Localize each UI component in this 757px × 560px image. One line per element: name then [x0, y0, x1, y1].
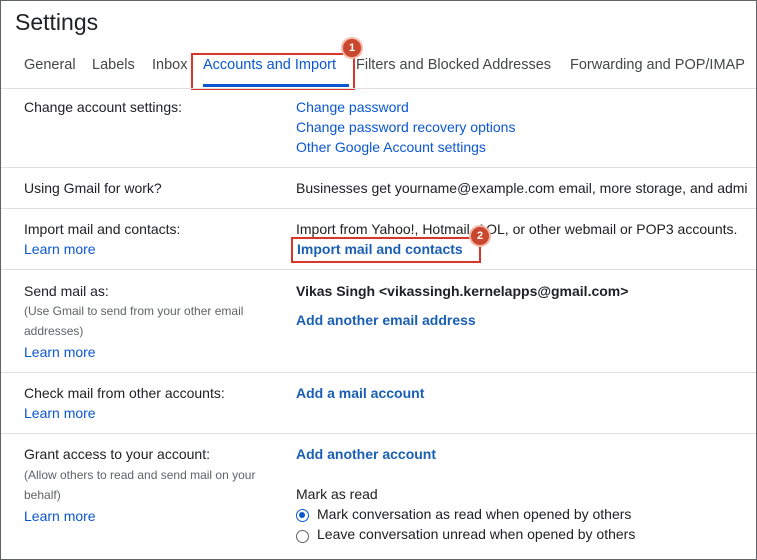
row-divider — [1, 269, 756, 270]
mark-read-radio[interactable] — [296, 509, 309, 522]
row-divider — [1, 208, 756, 209]
leave-unread-radio[interactable] — [296, 530, 309, 543]
row-divider — [1, 433, 756, 434]
grant-access-description: (Allow others to read and send mail on y… — [24, 468, 256, 502]
change-password-link[interactable]: Change password — [296, 99, 409, 115]
send-mail-as-description: (Use Gmail to send from your other email… — [24, 304, 244, 338]
tab-general[interactable]: General — [24, 57, 76, 73]
settings-tabs: General Labels Inbox Accounts and Import… — [1, 57, 756, 87]
tab-labels[interactable]: Labels — [92, 57, 135, 73]
tab-inbox[interactable]: Inbox — [152, 57, 187, 73]
check-mail-label: Check mail from other accounts: — [24, 385, 225, 401]
mark-as-read-heading: Mark as read — [296, 486, 378, 502]
send-mail-as-label: Send mail as: — [24, 283, 109, 299]
grant-access-learn-more-link[interactable]: Learn more — [24, 508, 96, 524]
check-mail-learn-more-link[interactable]: Learn more — [24, 405, 96, 421]
send-mail-learn-more-link[interactable]: Learn more — [24, 344, 96, 360]
leave-unread-radio-label[interactable]: Leave conversation unread when opened by… — [317, 526, 635, 542]
row-divider — [1, 372, 756, 373]
add-another-account-link[interactable]: Add another account — [296, 446, 436, 462]
settings-window: Settings General Labels Inbox Accounts a… — [0, 0, 757, 560]
row-divider — [1, 167, 756, 168]
step-badge-2: 2 — [471, 227, 489, 245]
import-description-text: Import from Yahoo!, Hotmail, AOL, or oth… — [296, 221, 738, 237]
change-recovery-options-link[interactable]: Change password recovery options — [296, 119, 515, 135]
import-mail-label: Import mail and contacts: — [24, 221, 181, 237]
add-mail-account-link[interactable]: Add a mail account — [296, 385, 424, 401]
gmail-for-work-text: Businesses get yourname@example.com emai… — [296, 180, 748, 196]
grant-access-label: Grant access to your account: — [24, 446, 210, 462]
change-account-settings-label: Change account settings: — [24, 99, 182, 115]
tab-forwarding-and-pop-imap[interactable]: Forwarding and POP/IMAP — [570, 57, 745, 73]
other-google-account-settings-link[interactable]: Other Google Account settings — [296, 139, 486, 155]
tab-highlight-box — [191, 53, 355, 90]
step-badge-1: 1 — [343, 39, 361, 57]
gmail-for-work-label: Using Gmail for work? — [24, 180, 162, 196]
tab-filters-and-blocked-addresses[interactable]: Filters and Blocked Addresses — [356, 57, 551, 73]
send-as-account: Vikas Singh <vikassingh.kernelapps@gmail… — [296, 283, 629, 299]
add-another-email-address-link[interactable]: Add another email address — [296, 312, 476, 328]
tabs-divider — [1, 88, 756, 89]
mark-read-radio-label[interactable]: Mark conversation as read when opened by… — [317, 506, 631, 522]
page-title: Settings — [15, 9, 99, 35]
import-learn-more-link[interactable]: Learn more — [24, 241, 96, 257]
import-highlight-box — [291, 237, 481, 263]
